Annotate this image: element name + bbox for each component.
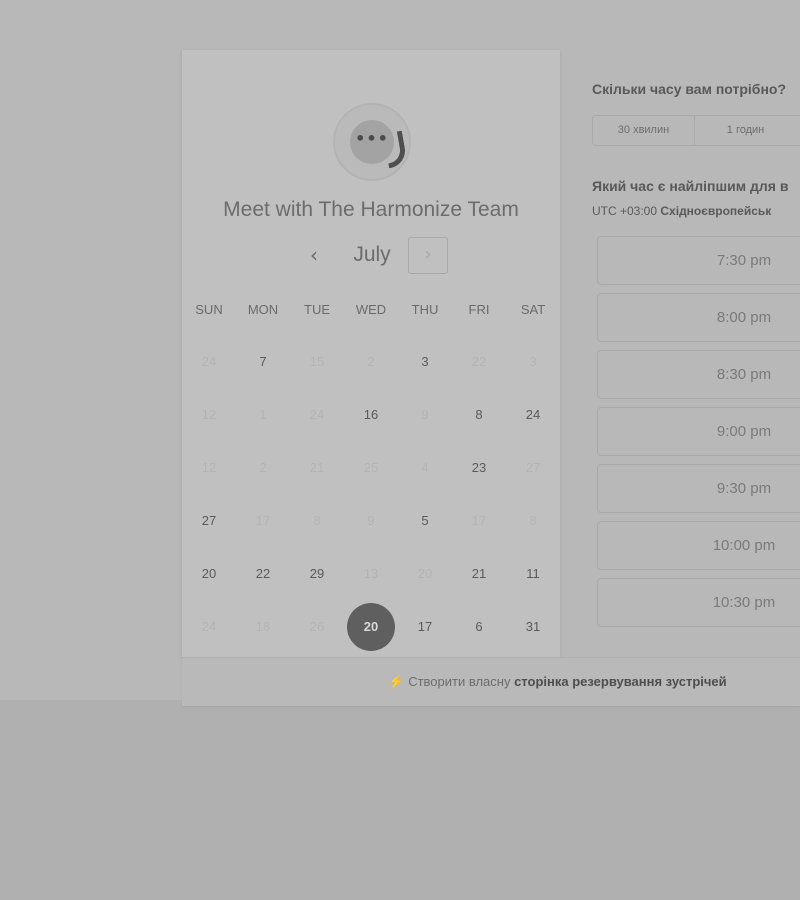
calendar-day[interactable]: 31 <box>509 603 557 651</box>
booking-panel: Скільки часу вам потрібно? 30 хвилин 1 г… <box>592 0 800 660</box>
calendar-day: 8 <box>313 513 321 528</box>
calendar-day[interactable]: 23 <box>455 444 503 492</box>
weekday-label: MON <box>247 302 279 317</box>
time-slot-label: 8:30 pm <box>716 366 772 383</box>
calendar-day: 24 <box>201 354 217 369</box>
time-slot-button[interactable]: 7:30 pm <box>597 236 800 285</box>
time-slot-label: 9:00 pm <box>716 423 772 440</box>
duration-1-hour-button[interactable]: 1 годин <box>695 116 796 145</box>
calendar-day: 9 <box>367 513 375 528</box>
time-slot-button[interactable]: 9:30 pm <box>597 464 800 513</box>
footer-text-bold: сторінка резервування зустрічей <box>514 674 727 689</box>
calendar-day[interactable]: 29 <box>293 550 341 598</box>
calendar-day: 20 <box>417 566 433 581</box>
time-slot-button[interactable]: 8:30 pm <box>597 350 800 399</box>
weekday-label: FRI <box>468 302 490 317</box>
selected-day[interactable]: 20 <box>347 603 395 651</box>
calendar-day: 12 <box>201 407 217 422</box>
calendar-day: 3 <box>529 354 537 369</box>
timezone-label[interactable]: UTC +03:00 Східноєвропейськ <box>592 204 771 218</box>
calendar-day[interactable]: 24 <box>509 391 557 439</box>
calendar-day: 21 <box>309 460 325 475</box>
time-slot-button[interactable]: 9:00 pm <box>597 407 800 456</box>
calendar-day[interactable]: 7 <box>239 338 287 386</box>
calendar-day[interactable]: 21 <box>455 550 503 598</box>
calendar-day: 17 <box>255 513 271 528</box>
time-slot-button[interactable]: 8:00 pm <box>597 293 800 342</box>
weekday-label: SAT <box>520 302 546 317</box>
calendar-day: 8 <box>529 513 537 528</box>
month-label: July <box>353 243 391 266</box>
chevron-left-icon: ‹ <box>310 243 318 267</box>
calendar-day[interactable]: 27 <box>185 497 233 545</box>
weekday-label: TUE <box>304 302 330 317</box>
time-slot-label: 10:00 pm <box>712 537 776 554</box>
calendar-day: 13 <box>363 566 379 581</box>
calendar-day[interactable]: 11 <box>509 550 557 598</box>
magic-wand-icon: ⚡ <box>388 674 405 689</box>
calendar-day: 15 <box>309 354 325 369</box>
time-slot-label: 7:30 pm <box>716 252 772 269</box>
calendar-day: 22 <box>471 354 487 369</box>
timezone-offset: UTC +03:00 <box>592 204 658 218</box>
calendar-day: 2 <box>367 354 375 369</box>
calendar-day[interactable]: 17 <box>401 603 449 651</box>
duration-question: Скільки часу вам потрібно? <box>592 81 787 97</box>
next-month-button[interactable]: › <box>408 237 448 274</box>
calendar-day[interactable]: 8 <box>455 391 503 439</box>
calendar-day: 4 <box>421 460 429 475</box>
weekday-label: WED <box>355 302 387 317</box>
time-slot-label: 8:00 pm <box>716 309 772 326</box>
footer-text-prefix: Створити власну <box>408 674 511 689</box>
time-slot-button[interactable]: 10:30 pm <box>597 578 800 627</box>
calendar-day: 26 <box>309 619 325 634</box>
calendar-day: 1 <box>259 407 267 422</box>
duration-selector: 30 хвилин 1 годин <box>592 115 800 146</box>
timezone-name: Східноєвропейськ <box>660 204 772 218</box>
calendar-day: 9 <box>421 407 429 422</box>
month-navigation: ‹ July › <box>182 236 560 276</box>
footer-bar: ⚡ Створити власну сторінка резервування з… <box>182 657 800 706</box>
previous-month-button[interactable]: ‹ <box>300 242 328 270</box>
calendar-day: 18 <box>255 619 271 634</box>
create-booking-page-link[interactable]: ⚡ Створити власну сторінка резервування з… <box>388 674 727 690</box>
calendar-day: 2 <box>259 460 267 475</box>
calendar-day[interactable]: 22 <box>239 550 287 598</box>
chevron-right-icon: › <box>424 244 432 265</box>
weekday-label: THU <box>411 302 439 317</box>
time-question: Який час є найліпшим для в <box>592 178 789 194</box>
team-logo: ••• <box>333 103 411 181</box>
time-slot-label: 9:30 pm <box>716 480 772 497</box>
page-title: Meet with The Harmonize Team <box>223 198 519 221</box>
calendar-day: 24 <box>309 407 325 422</box>
calendar-day[interactable]: 6 <box>455 603 503 651</box>
time-slot-label: 10:30 pm <box>712 594 776 611</box>
calendar-day: 25 <box>363 460 379 475</box>
calendar-day: 27 <box>525 460 541 475</box>
calendar-day[interactable]: 5 <box>401 497 449 545</box>
calendar-day[interactable]: 16 <box>347 391 395 439</box>
calendar-day: 24 <box>201 619 217 634</box>
calendar-day: 12 <box>201 460 217 475</box>
duration-30-min-button[interactable]: 30 хвилин <box>593 116 694 145</box>
weekday-label: SUN <box>195 302 223 317</box>
calendar-day[interactable]: 20 <box>185 550 233 598</box>
logo-tail-shape <box>383 130 408 169</box>
calendar-day[interactable]: 3 <box>401 338 449 386</box>
calendar-day: 17 <box>471 513 487 528</box>
calendar-card: ••• Meet with The Harmonize Team ‹ July … <box>182 50 560 657</box>
time-slot-button[interactable]: 10:00 pm <box>597 521 800 570</box>
